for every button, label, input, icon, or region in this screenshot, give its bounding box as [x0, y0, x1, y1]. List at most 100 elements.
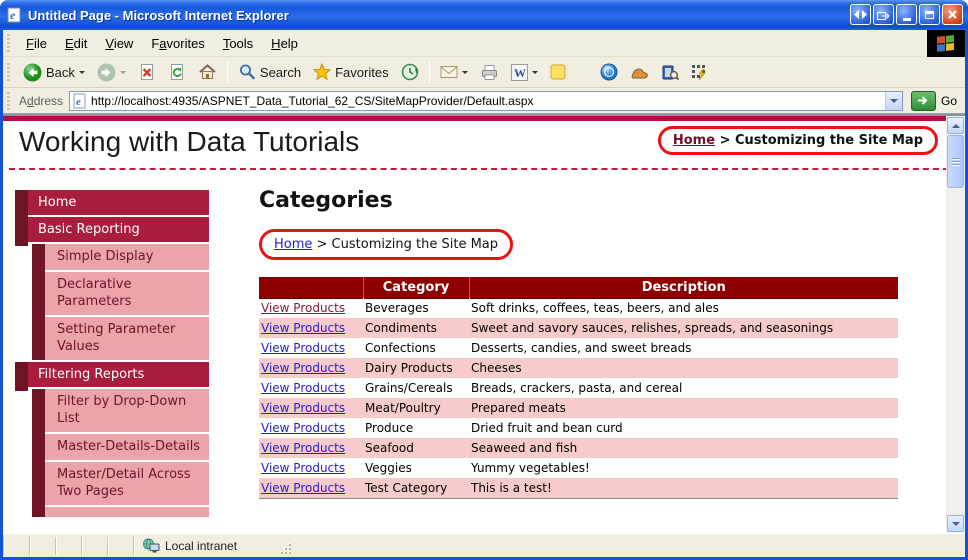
- history-icon: [401, 63, 418, 81]
- view-products-link[interactable]: View Products: [261, 481, 345, 495]
- view-products-link[interactable]: View Products: [261, 361, 345, 375]
- scroll-down-button[interactable]: [947, 515, 964, 532]
- category-cell: Seafood: [363, 438, 469, 458]
- category-cell: Produce: [365, 421, 414, 435]
- sidebar-item-filtering-reports[interactable]: Filtering Reports: [15, 362, 209, 387]
- page-title: Working with Data Tutorials: [19, 126, 360, 157]
- sitemap-breadcrumb-annotation: Home > Customizing the Site Map: [259, 229, 514, 260]
- print-button[interactable]: [474, 60, 505, 85]
- forward-button[interactable]: [91, 59, 132, 86]
- view-products-link[interactable]: View Products: [261, 461, 345, 475]
- view-products-link[interactable]: View Products: [261, 341, 345, 355]
- history-button[interactable]: [395, 59, 425, 85]
- svg-text:e: e: [76, 96, 81, 108]
- table-row: View Products Condiments Sweet and savory …: [259, 318, 898, 338]
- go-button[interactable]: Go: [910, 90, 957, 111]
- left-right-arrows-icon: [854, 10, 867, 19]
- menu-help[interactable]: Help: [262, 32, 307, 55]
- menubar-grip[interactable]: [7, 34, 10, 52]
- menu-file[interactable]: File: [17, 32, 56, 55]
- category-cell: Grains/Cereals: [365, 381, 453, 395]
- search-icon: [239, 64, 255, 80]
- back-button[interactable]: Back: [17, 59, 91, 86]
- chevron-down-icon: [889, 98, 898, 107]
- windows-logo-throbber: [927, 29, 965, 57]
- menu-edit[interactable]: Edit: [56, 32, 96, 55]
- scrollbar-thumb[interactable]: [947, 135, 964, 188]
- breadcrumb-home-link[interactable]: Home: [274, 237, 312, 252]
- edit-button[interactable]: W: [505, 60, 544, 85]
- toolbar-grip[interactable]: [7, 63, 10, 81]
- sidebar-item-master-detail-across-two-pages[interactable]: Master/Detail Across Two Pages: [45, 462, 209, 505]
- stop-button[interactable]: [132, 59, 162, 85]
- table-row: View Products Grains/Cereals Breads, crack…: [259, 378, 898, 398]
- sidebar-item-declarative-parameters[interactable]: Declarative Parameters: [45, 272, 209, 315]
- link-cell: View Products: [259, 358, 363, 378]
- resize-grip[interactable]: [279, 537, 293, 555]
- sidebar-item-clipped[interactable]: [45, 507, 209, 517]
- addressbar-grip[interactable]: [7, 91, 10, 110]
- favorites-label: Favorites: [335, 64, 389, 80]
- favorites-star-icon: [313, 63, 332, 81]
- sidebar-item-basic-reporting[interactable]: Basic Reporting: [15, 217, 209, 242]
- maximize-button[interactable]: [919, 4, 940, 25]
- view-products-link[interactable]: View Products: [261, 441, 345, 455]
- category-cell: Condiments: [363, 318, 469, 338]
- category-cell: Test Category: [363, 478, 469, 498]
- orange-tool-icon: [631, 67, 648, 78]
- arrow-up-icon: [951, 120, 960, 128]
- breadcrumb-current: > Customizing the Site Map: [312, 237, 499, 252]
- messenger-button[interactable]: [594, 59, 624, 85]
- orange-tool-button[interactable]: [624, 61, 655, 84]
- view-products-link[interactable]: View Products: [261, 301, 345, 315]
- detach-button[interactable]: [873, 4, 894, 25]
- address-dropdown-button[interactable]: [884, 91, 902, 110]
- refresh-button[interactable]: [162, 59, 192, 85]
- vertical-scrollbar[interactable]: [946, 116, 965, 533]
- home-button[interactable]: [192, 59, 223, 85]
- quick-tools-button[interactable]: [685, 60, 714, 85]
- browser-window: e Untitled Page - Microsoft Internet Exp…: [0, 0, 968, 560]
- favorites-button[interactable]: Favorites: [307, 59, 394, 85]
- view-products-link[interactable]: View Products: [261, 381, 345, 395]
- go-arrow-icon: [910, 90, 936, 111]
- category-cell: Veggies: [365, 461, 412, 475]
- description-cell: Soft drinks, coffees, teas, beers, and a…: [471, 301, 719, 316]
- menu-tools[interactable]: Tools: [214, 32, 262, 55]
- minimize-button[interactable]: [896, 4, 917, 25]
- research-button[interactable]: [655, 60, 685, 85]
- main-content: Categories Home > Customizing the Site M…: [259, 188, 911, 499]
- maximize-icon: [925, 10, 934, 19]
- grid-lightning-icon: [691, 64, 706, 80]
- breadcrumb-current: > Customizing the Site Map: [715, 133, 923, 148]
- view-products-link[interactable]: View Products: [261, 401, 345, 415]
- close-button[interactable]: [942, 4, 963, 25]
- menu-view[interactable]: View: [96, 32, 142, 55]
- scroll-up-button[interactable]: [947, 117, 964, 134]
- description-cell: This is a test!: [469, 478, 898, 498]
- status-bar: e Local intranet: [3, 533, 965, 557]
- description-cell: Dried fruit and bean curd: [471, 421, 623, 435]
- sidebar-item-strip: [15, 362, 28, 387]
- breadcrumb-home-link[interactable]: Home: [673, 133, 715, 148]
- search-button[interactable]: Search: [232, 59, 307, 85]
- category-cell: Dairy Products: [363, 358, 469, 378]
- address-input[interactable]: e http://localhost:4935/ASPNET_Data_Tuto…: [69, 90, 903, 111]
- discuss-button[interactable]: [544, 60, 572, 84]
- sidebar-item-master-details-details[interactable]: Master-Details-Details: [45, 434, 209, 460]
- sidebar-item-simple-display[interactable]: Simple Display: [45, 244, 209, 270]
- sidebar-item-filter-by-drop-down-list[interactable]: Filter by Drop-Down List: [45, 389, 209, 432]
- mail-button[interactable]: [434, 61, 474, 83]
- menu-favorites[interactable]: Favorites: [142, 32, 213, 55]
- view-products-link[interactable]: View Products: [261, 321, 345, 335]
- view-products-link[interactable]: View Products: [261, 421, 345, 435]
- back-dropdown-icon: [78, 70, 85, 77]
- status-pane: [29, 536, 55, 555]
- sidebar-item-label: Filtering Reports: [28, 362, 209, 387]
- table-row: View Products Test Category This is a test…: [259, 478, 898, 498]
- sidebar-item-home[interactable]: Home: [15, 190, 209, 215]
- sidebar-item-setting-parameter-values[interactable]: Setting Parameter Values: [45, 317, 209, 360]
- nav-arrows-button[interactable]: [850, 4, 871, 25]
- security-zone-pane: Local intranet: [133, 536, 279, 555]
- table-row: View Products Beverages Soft drinks, coffe…: [259, 298, 898, 318]
